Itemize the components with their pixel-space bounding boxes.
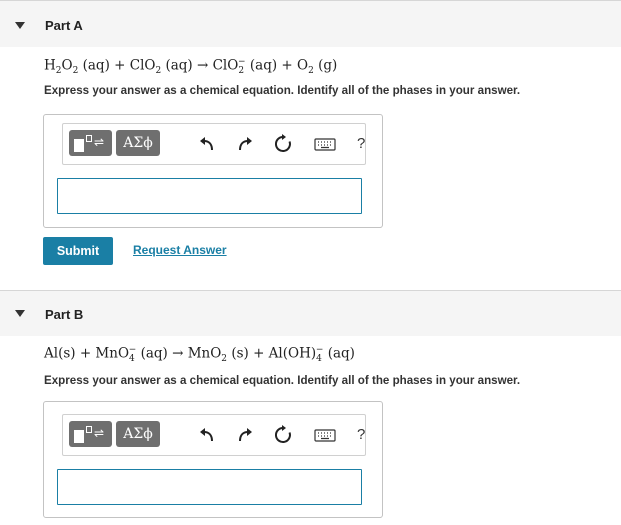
part-b-answer-input[interactable] <box>57 469 362 505</box>
greek-symbols-button[interactable]: ΑΣϕ <box>116 421 160 447</box>
part-b-equation: Al(s) + MnO4− (aq) → MnO2 (s) + Al(OH)4−… <box>44 345 355 365</box>
template-icon[interactable]: ⇌ <box>69 130 112 156</box>
part-b-header[interactable]: Part B <box>0 290 621 336</box>
undo-icon[interactable] <box>197 134 217 154</box>
undo-icon[interactable] <box>197 425 217 445</box>
part-a-header[interactable]: Part A <box>0 0 621 47</box>
part-a-answer-input[interactable] <box>57 178 362 214</box>
part-b-instruction: Express your answer as a chemical equati… <box>44 374 521 387</box>
reset-icon[interactable] <box>273 425 293 445</box>
keyboard-icon[interactable] <box>313 425 337 445</box>
part-b-answer-box: ⇌ ΑΣϕ ? <box>43 401 383 518</box>
part-b-toolbar: ⇌ ΑΣϕ ? <box>62 414 366 456</box>
submit-button[interactable]: Submit <box>43 237 113 265</box>
collapse-caret-icon[interactable] <box>15 22 25 29</box>
part-a-answer-box: ⇌ ΑΣϕ ? <box>43 114 383 228</box>
keyboard-icon[interactable] <box>313 134 337 154</box>
part-a-equation: H2O2 (aq) + ClO2 (aq) → ClO2− (aq) + O2 … <box>44 57 338 77</box>
reset-icon[interactable] <box>273 134 293 154</box>
help-icon[interactable]: ? <box>357 425 365 445</box>
request-answer-link[interactable]: Request Answer <box>133 243 227 257</box>
part-a-toolbar: ⇌ ΑΣϕ ? <box>62 123 366 165</box>
greek-symbols-button[interactable]: ΑΣϕ <box>116 130 160 156</box>
collapse-caret-icon[interactable] <box>15 310 25 317</box>
template-icon[interactable]: ⇌ <box>69 421 112 447</box>
redo-icon[interactable] <box>235 425 255 445</box>
help-icon[interactable]: ? <box>357 134 365 154</box>
redo-icon[interactable] <box>235 134 255 154</box>
part-b-title: Part B <box>45 307 84 322</box>
part-a-instruction: Express your answer as a chemical equati… <box>44 84 521 97</box>
part-a-title: Part A <box>45 18 83 33</box>
